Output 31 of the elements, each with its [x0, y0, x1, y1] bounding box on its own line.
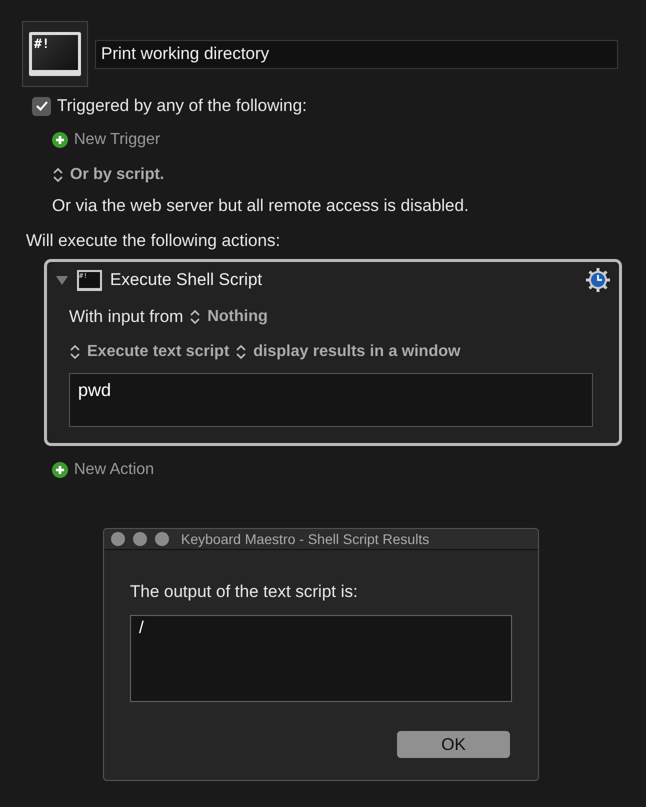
add-icon[interactable]	[52, 462, 68, 478]
gear-clock-icon[interactable]	[585, 267, 611, 293]
popup-arrows-icon[interactable]	[52, 167, 64, 183]
input-popup[interactable]: Nothing	[207, 308, 268, 326]
window-control-button[interactable]	[155, 532, 169, 546]
updown-icon[interactable]	[189, 309, 202, 325]
input-label: With input from	[69, 307, 184, 327]
script-trigger-popup[interactable]: Or by script.	[70, 166, 164, 184]
window-title: Keyboard Maestro - Shell Script Results	[181, 531, 430, 547]
macro-icon[interactable]: #!	[22, 21, 88, 87]
web-server-note: Or via the web server but all remote access is disabled.	[52, 196, 470, 216]
window-control-button[interactable]	[111, 532, 125, 546]
add-icon[interactable]	[52, 132, 68, 148]
updown-icon[interactable]	[235, 344, 248, 360]
output-popup[interactable]: display results in a window	[253, 343, 460, 361]
disclosure-triangle-icon[interactable]	[55, 273, 69, 287]
dialog-message: The output of the text script is:	[130, 582, 359, 602]
macro-name-field[interactable]: Print working directory	[95, 40, 618, 68]
ok-button[interactable]: OK	[397, 731, 510, 758]
action-title: Execute Shell Script	[110, 270, 264, 290]
window-control-button[interactable]	[133, 532, 147, 546]
trigger-label: Triggered by any of the following:	[57, 96, 307, 116]
actions-heading: Will execute the following actions:	[26, 231, 282, 251]
shebang-label: #!	[34, 37, 50, 52]
updown-icon[interactable]	[69, 344, 81, 360]
new-trigger-button[interactable]: New Trigger	[74, 131, 160, 149]
output-field[interactable]: /	[130, 615, 512, 702]
script-type-popup[interactable]: Execute text script	[87, 343, 230, 361]
new-action-button[interactable]: New Action	[74, 461, 154, 479]
script-field[interactable]: pwd	[69, 373, 593, 427]
checkbox[interactable]	[32, 96, 51, 116]
